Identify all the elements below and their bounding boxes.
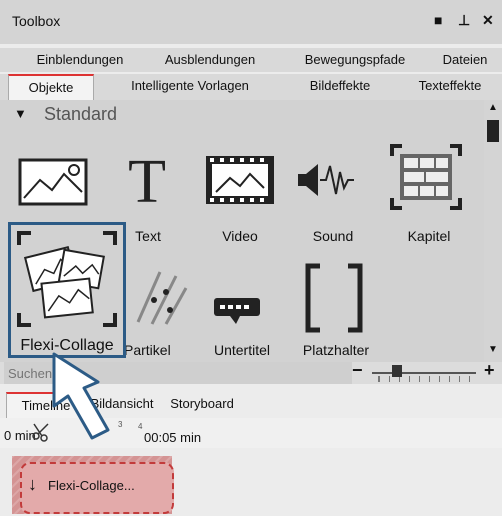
clip-drop-target[interactable]: ↓ Flexi-Collage... [20, 462, 174, 514]
ruler-time-label: 00:05 min [144, 430, 202, 445]
tab-dateien[interactable]: Dateien [430, 48, 500, 72]
grid-scrollbar[interactable]: ▲ ▼ [484, 100, 502, 364]
video-icon[interactable] [204, 152, 276, 208]
drag-arrow-icon [52, 352, 110, 440]
subtitle-icon[interactable] [212, 296, 262, 324]
section-standard[interactable]: ▼ Standard [0, 100, 484, 128]
ruler-tick-label: 4 [138, 422, 143, 431]
pin-icon[interactable]: ⊥ [458, 12, 470, 29]
tab-texteffekte[interactable]: Texteffekte [400, 74, 500, 98]
scroll-up-icon[interactable]: ▲ [488, 102, 498, 113]
svg-text:T: T [128, 150, 166, 210]
item-label-video: Video [222, 228, 258, 244]
zoom-slider-track[interactable] [372, 372, 476, 374]
zoom-in-icon[interactable]: + [484, 360, 495, 381]
sound-icon[interactable] [296, 160, 356, 200]
particle-icon[interactable] [130, 262, 190, 328]
item-label-untertitel: Untertitel [213, 342, 271, 358]
maximize-icon[interactable]: ■ [434, 12, 442, 28]
tab-bewegungspfade[interactable]: Bewegungspfade [290, 48, 420, 72]
collapse-arrow-icon[interactable]: ▼ [14, 106, 27, 121]
tab-storyboard[interactable]: Storyboard [164, 392, 240, 416]
collage-icon [17, 231, 117, 327]
clip-label: Flexi-Collage... [48, 478, 135, 493]
item-label-sound: Sound [312, 228, 354, 244]
tab-einblendungen[interactable]: Einblendungen [20, 48, 140, 72]
tab-objekte[interactable]: Objekte [8, 74, 94, 100]
text-icon[interactable]: T [122, 150, 172, 210]
tab-ausblendungen[interactable]: Ausblendungen [150, 48, 270, 72]
item-label-kapitel: Kapitel [407, 228, 451, 244]
chapter-icon[interactable] [390, 144, 462, 210]
toolbox-title: Toolbox [12, 13, 61, 29]
zoom-slider-thumb[interactable] [392, 365, 402, 377]
placeholder-icon[interactable] [302, 262, 366, 334]
scroll-thumb[interactable] [487, 120, 499, 142]
close-icon[interactable]: ✕ [482, 12, 494, 29]
flexi-collage-item[interactable]: Flexi-Collage [8, 222, 126, 358]
effects-tabs: Einblendungen Ausblendungen Bewegungspfa… [0, 48, 502, 72]
toolbox-titlebar: Toolbox ■ ⊥ ✕ [0, 0, 502, 44]
arrow-down-icon: ↓ [28, 474, 37, 494]
tab-bildeffekte[interactable]: Bildeffekte [290, 74, 390, 98]
image-icon[interactable] [18, 152, 88, 208]
item-label-platzhalter: Platzhalter [302, 342, 370, 358]
section-label: Standard [44, 104, 118, 124]
zoom-out-icon[interactable]: − [352, 360, 363, 381]
item-label-text: Text [135, 228, 161, 244]
scroll-down-icon[interactable]: ▼ [488, 344, 498, 355]
tab-intelligente-vorlagen[interactable]: Intelligente Vorlagen [110, 74, 270, 98]
object-tabs: Objekte Intelligente Vorlagen Bildeffekt… [0, 74, 502, 100]
